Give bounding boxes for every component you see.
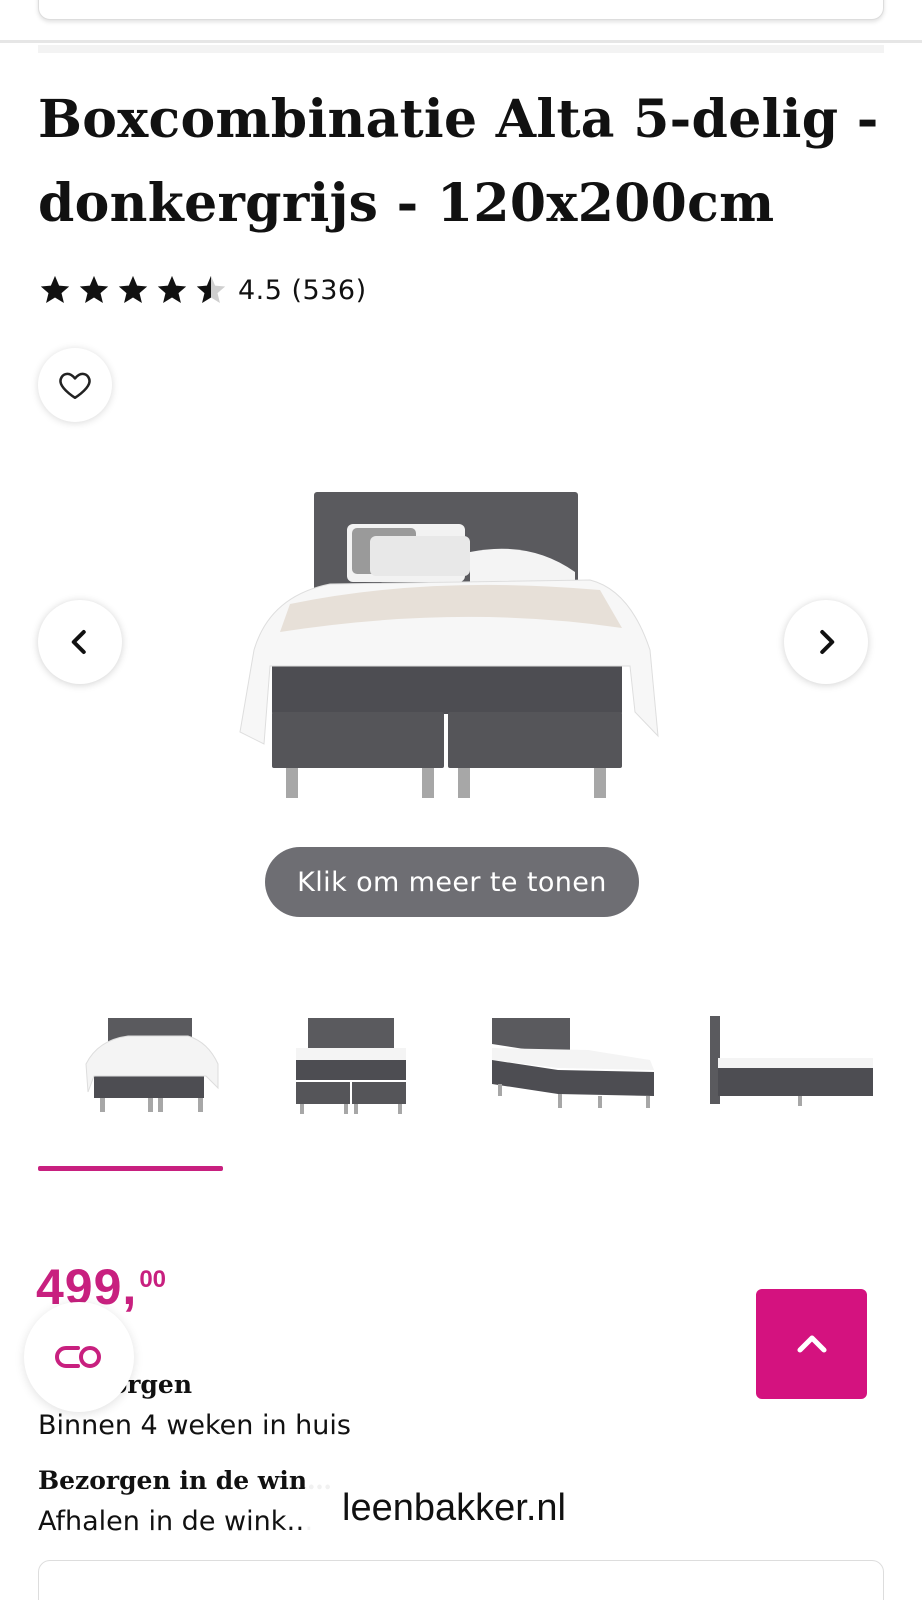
product-title: Boxcombinatie Alta 5-delig - donkergrijs… [38, 78, 898, 246]
header-divider [0, 40, 922, 43]
product-title-line2: donkergrijs - 120x200cm [38, 173, 775, 234]
favorite-button[interactable] [38, 348, 112, 422]
search-bar[interactable] [38, 0, 884, 20]
bottom-card [38, 1560, 884, 1600]
half-star-icon [196, 275, 226, 304]
chevron-left-icon [71, 630, 86, 654]
thumbnail-1[interactable] [58, 1000, 243, 1125]
rating-stars [38, 273, 228, 307]
show-more-button[interactable]: Klik om meer te tonen [265, 847, 639, 917]
pickup-option-title: Bezorgen in de win… [38, 1466, 333, 1495]
heart-icon [59, 372, 91, 400]
thumbnail-active-indicator [38, 1166, 223, 1171]
product-image[interactable] [230, 480, 670, 810]
star-icon [40, 275, 70, 304]
back-to-top-button[interactable] [756, 1289, 867, 1399]
header-divider-secondary [38, 45, 884, 53]
chat-button[interactable] [24, 1302, 134, 1412]
thumbnail-2[interactable] [268, 1000, 453, 1125]
star-icon [79, 275, 109, 304]
rating-label: 4.5 (536) [238, 274, 367, 306]
thumbnail-3[interactable] [478, 1000, 663, 1125]
star-icon [157, 275, 187, 304]
chevron-right-icon [820, 630, 835, 654]
pickup-option-text: Afhalen in de wink… [38, 1506, 314, 1537]
thumbnail-4[interactable] [688, 1000, 873, 1125]
product-title-line1: Boxcombinatie Alta 5-delig - [38, 89, 879, 150]
product-rating[interactable]: 4.5 (536) [38, 272, 367, 308]
thumbnail-strip [38, 1000, 922, 1140]
star-icon [118, 275, 148, 304]
prev-image-button[interactable] [38, 600, 122, 684]
chevron-up-icon [796, 1335, 827, 1353]
next-image-button[interactable] [784, 600, 868, 684]
price-cents: 00 [139, 1266, 167, 1293]
chat-icon [55, 1346, 101, 1368]
delivery-option-text: Binnen 4 weken in huis [38, 1410, 351, 1441]
browser-url-bar[interactable]: leenbakker.nl [300, 1466, 608, 1550]
